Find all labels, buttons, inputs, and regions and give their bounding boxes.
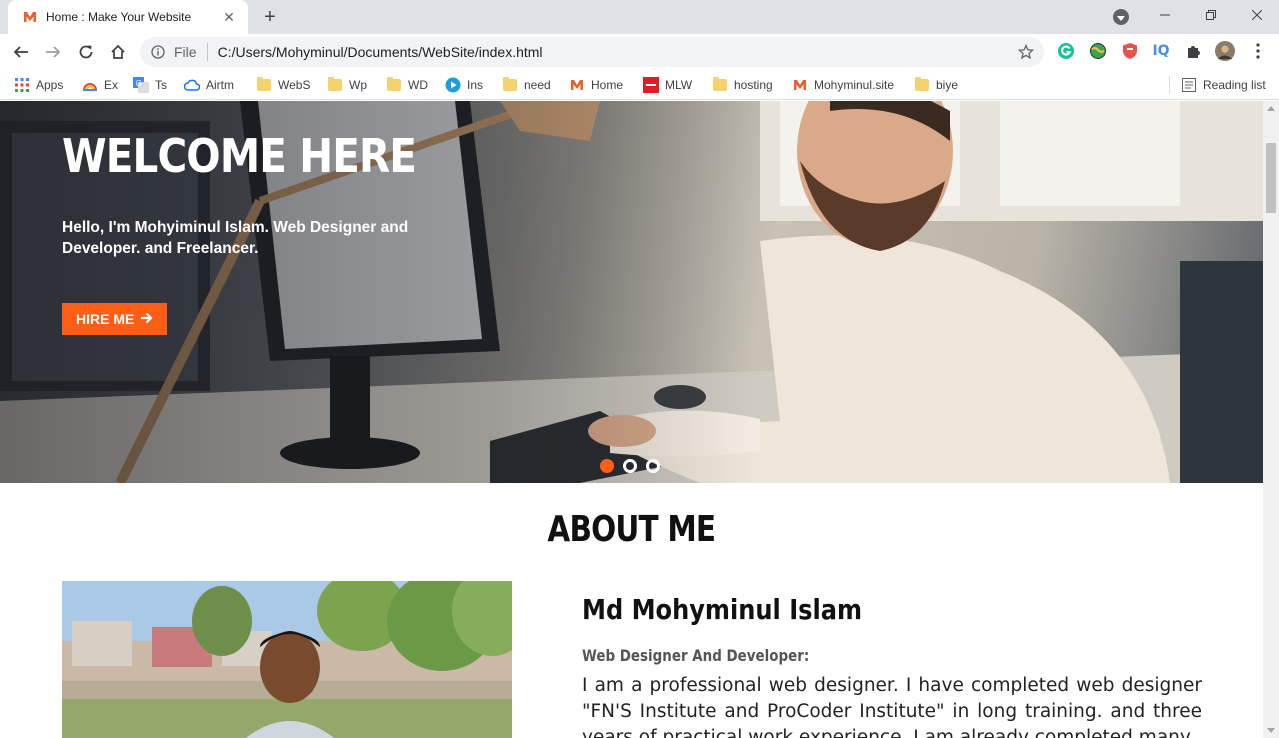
- bookmark-label: Wp: [349, 78, 367, 92]
- scroll-down-icon[interactable]: [1267, 728, 1275, 733]
- red-square-icon: [643, 77, 659, 93]
- bookmark-wp[interactable]: Wp: [327, 75, 367, 95]
- home-icon[interactable]: [105, 39, 131, 65]
- bookmark-mlw[interactable]: MLW: [643, 75, 692, 95]
- address-bar[interactable]: File C:/Users/Mohyminul/Documents/WebSit…: [140, 37, 1044, 67]
- rainbow-icon: [82, 77, 98, 93]
- bookmark-label: WebS: [278, 78, 311, 92]
- bookmark-label: Ins: [467, 78, 484, 92]
- tab-title: Home : Make Your Website: [46, 10, 192, 24]
- hero-subtitle: Hello, I'm Mohyiminul Islam. Web Designe…: [62, 219, 409, 257]
- restore-icon[interactable]: [1188, 4, 1234, 26]
- iq-extension-icon[interactable]: IQ: [1151, 41, 1171, 61]
- puzzle-extensions-icon[interactable]: [1184, 41, 1204, 61]
- bookmark-label: Apps: [36, 78, 64, 92]
- reading-list-label: Reading list: [1203, 78, 1266, 92]
- about-description: I am a professional web designer. I have…: [582, 675, 1202, 738]
- bookmark-star-icon[interactable]: [1016, 42, 1036, 62]
- page-viewport: WELCOME HERE Hello, I'm Mohyiminul Islam…: [0, 101, 1279, 738]
- reload-icon[interactable]: [73, 39, 99, 65]
- bookmark-wd[interactable]: WD: [386, 75, 428, 95]
- bookmark-label: Ex: [104, 78, 119, 92]
- reading-list-icon: [1181, 77, 1197, 93]
- browser-tab[interactable]: Home : Make Your Website ✕: [8, 0, 248, 34]
- folder-icon: [502, 77, 518, 93]
- bookmark-home[interactable]: Home: [569, 75, 623, 95]
- reading-list-button[interactable]: Reading list: [1181, 75, 1266, 95]
- folder-icon: [327, 77, 343, 93]
- tab-strip: Home : Make Your Website ✕ +: [0, 0, 1279, 34]
- folder-icon: [914, 77, 930, 93]
- slider-dot-3[interactable]: [646, 459, 660, 473]
- back-arrow-icon[interactable]: [8, 39, 34, 65]
- slider-dot-2[interactable]: [623, 459, 637, 473]
- close-tab-icon[interactable]: ✕: [220, 8, 238, 26]
- bookmark-label: Mohyminul.site: [814, 78, 895, 92]
- shield-extension-icon[interactable]: [1120, 41, 1140, 61]
- mw-logo-icon: [22, 9, 38, 25]
- bookmarks-bar: Apps Ex G Ts Airtm WebS Wp WD Ins need H…: [0, 70, 1279, 100]
- profile-photo: [62, 581, 512, 738]
- bookmark-webs[interactable]: WebS: [256, 75, 310, 95]
- globe-extension-icon[interactable]: [1088, 41, 1108, 61]
- bookmark-label: Home: [591, 78, 624, 92]
- about-name: Md Mohyminul Islam: [582, 593, 863, 626]
- scheme-label: File: [174, 44, 197, 60]
- hero-slider: WELCOME HERE Hello, I'm Mohyiminul Islam…: [0, 101, 1263, 483]
- profile-avatar-icon[interactable]: [1215, 41, 1235, 61]
- bookmark-label: MLW: [665, 78, 693, 92]
- bookmark-label: WD: [408, 78, 428, 92]
- tab-search-icon[interactable]: [1113, 9, 1129, 25]
- translate-icon: G: [133, 77, 149, 93]
- bookmarks-divider: [1169, 76, 1170, 94]
- grammarly-icon[interactable]: [1056, 41, 1076, 61]
- minimize-icon[interactable]: [1142, 4, 1188, 26]
- folder-icon: [712, 77, 728, 93]
- hero-title: WELCOME HERE: [62, 129, 417, 183]
- hire-me-label: HIRE ME: [76, 311, 135, 327]
- about-section-title: ABOUT ME: [0, 509, 1263, 550]
- page-scrollbar[interactable]: [1263, 101, 1279, 738]
- close-window-icon[interactable]: [1234, 4, 1279, 26]
- arrow-right-icon: [140, 311, 153, 328]
- bookmark-airtm[interactable]: Airtm: [184, 75, 234, 95]
- bookmark-need[interactable]: need: [502, 75, 551, 95]
- profile-photo-image: [62, 581, 512, 738]
- about-role: Web Designer And Developer:: [582, 646, 810, 665]
- bookmark-ts[interactable]: G Ts: [133, 75, 167, 95]
- url-text[interactable]: C:/Users/Mohyminul/Documents/WebSite/ind…: [218, 44, 543, 60]
- menu-kebab-icon[interactable]: [1248, 41, 1268, 61]
- address-divider: [206, 43, 208, 61]
- bookmark-apps[interactable]: Apps: [14, 75, 63, 95]
- slider-dots: [600, 459, 660, 473]
- bookmark-label: biye: [936, 78, 959, 92]
- svg-text:G: G: [136, 79, 142, 88]
- bookmark-label: Airtm: [206, 78, 234, 92]
- bookmark-hosting[interactable]: hosting: [712, 75, 773, 95]
- bookmark-ins[interactable]: Ins: [445, 75, 483, 95]
- scroll-thumb[interactable]: [1266, 143, 1276, 213]
- info-icon[interactable]: [150, 44, 166, 60]
- bookmark-ex[interactable]: Ex: [82, 75, 118, 95]
- bookmark-biye[interactable]: biye: [914, 75, 958, 95]
- mw-logo-icon: [569, 77, 585, 93]
- cloud-icon: [184, 77, 200, 93]
- about-title-text: ABOUT ME: [547, 509, 717, 550]
- mw-logo-icon: [792, 77, 808, 93]
- folder-icon: [256, 77, 272, 93]
- hire-me-button[interactable]: HIRE ME: [62, 303, 168, 335]
- slider-dot-1[interactable]: [600, 459, 614, 473]
- bookmark-label: need: [524, 78, 551, 92]
- bookmark-mohyminul-site[interactable]: Mohyminul.site: [792, 75, 894, 95]
- bookmark-label: hosting: [734, 78, 773, 92]
- bookmark-label: Ts: [155, 78, 167, 92]
- new-tab-icon[interactable]: +: [258, 6, 282, 28]
- scroll-up-icon[interactable]: [1267, 106, 1275, 111]
- folder-icon: [386, 77, 402, 93]
- forward-arrow-icon[interactable]: [40, 39, 66, 65]
- play-circle-icon: [445, 77, 461, 93]
- apps-grid-icon: [14, 77, 30, 93]
